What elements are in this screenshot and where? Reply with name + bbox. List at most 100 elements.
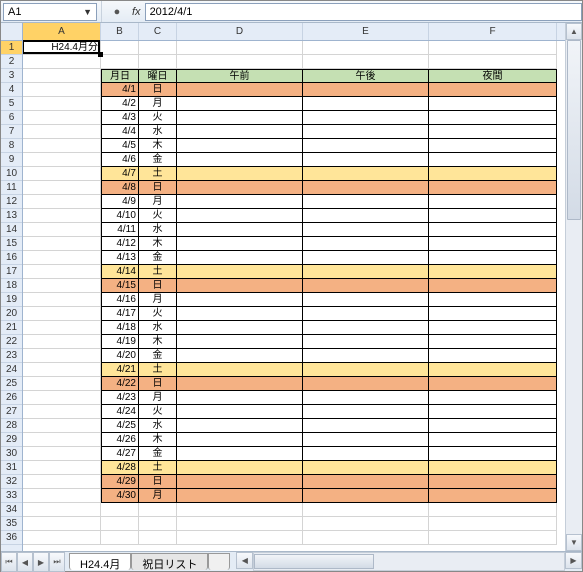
cell[interactable] [429, 223, 557, 237]
cell[interactable] [23, 475, 101, 489]
cell[interactable]: 木 [139, 433, 177, 447]
cell[interactable] [177, 391, 303, 405]
col-header-C[interactable]: C [139, 23, 177, 40]
row-header-27[interactable]: 27 [1, 405, 22, 419]
cell[interactable] [23, 195, 101, 209]
cell[interactable] [177, 335, 303, 349]
cell[interactable] [177, 167, 303, 181]
scroll-track-h[interactable] [253, 552, 565, 571]
cell[interactable] [23, 531, 101, 545]
cell[interactable] [429, 153, 557, 167]
cell[interactable] [101, 503, 139, 517]
row-header-12[interactable]: 12 [1, 195, 22, 209]
scroll-thumb[interactable] [567, 40, 581, 220]
row-header-14[interactable]: 14 [1, 223, 22, 237]
cell[interactable] [177, 517, 303, 531]
cell[interactable] [139, 41, 177, 55]
cell[interactable] [177, 97, 303, 111]
cell[interactable] [177, 293, 303, 307]
row-header-34[interactable]: 34 [1, 503, 22, 517]
cell[interactable]: 4/2 [101, 97, 139, 111]
fill-handle[interactable] [98, 52, 103, 57]
cell[interactable] [429, 475, 557, 489]
cell[interactable] [429, 335, 557, 349]
cell[interactable]: 4/9 [101, 195, 139, 209]
cell[interactable] [23, 139, 101, 153]
cell[interactable]: 日 [139, 83, 177, 97]
new-sheet-tab[interactable] [208, 553, 230, 570]
cell[interactable] [177, 363, 303, 377]
cell[interactable] [139, 517, 177, 531]
col-header-F[interactable]: F [429, 23, 557, 40]
cell[interactable] [101, 517, 139, 531]
cell[interactable] [23, 265, 101, 279]
cell[interactable] [303, 223, 429, 237]
row-header-23[interactable]: 23 [1, 349, 22, 363]
row-header-19[interactable]: 19 [1, 293, 22, 307]
cell[interactable] [429, 391, 557, 405]
scroll-up-icon[interactable]: ▲ [566, 23, 582, 40]
cell[interactable] [177, 41, 303, 55]
row-header-6[interactable]: 6 [1, 111, 22, 125]
cell[interactable]: 4/24 [101, 405, 139, 419]
cell[interactable] [429, 97, 557, 111]
row-header-3[interactable]: 3 [1, 69, 22, 83]
cell[interactable]: 4/28 [101, 461, 139, 475]
cell[interactable]: 4/14 [101, 265, 139, 279]
cell[interactable] [23, 377, 101, 391]
cell[interactable] [177, 489, 303, 503]
cell[interactable] [429, 363, 557, 377]
cell[interactable]: 曜日 [139, 69, 177, 83]
cell[interactable] [23, 293, 101, 307]
cell[interactable] [177, 307, 303, 321]
row-header-18[interactable]: 18 [1, 279, 22, 293]
cell[interactable]: 4/23 [101, 391, 139, 405]
cell[interactable] [429, 349, 557, 363]
cell[interactable] [23, 223, 101, 237]
cell[interactable]: 日 [139, 279, 177, 293]
cell[interactable] [23, 419, 101, 433]
cell[interactable]: 水 [139, 223, 177, 237]
cell[interactable] [303, 307, 429, 321]
cell[interactable]: 4/12 [101, 237, 139, 251]
row-header-9[interactable]: 9 [1, 153, 22, 167]
cell[interactable] [429, 83, 557, 97]
col-header-E[interactable]: E [303, 23, 429, 40]
cell[interactable]: 4/3 [101, 111, 139, 125]
cell[interactable]: 4/11 [101, 223, 139, 237]
cell[interactable]: 4/30 [101, 489, 139, 503]
name-box[interactable]: A1 ▼ [3, 3, 97, 21]
cell[interactable] [23, 181, 101, 195]
cell[interactable] [177, 279, 303, 293]
cell[interactable] [429, 293, 557, 307]
cell[interactable] [177, 475, 303, 489]
cell[interactable] [429, 237, 557, 251]
cell[interactable] [177, 181, 303, 195]
cell[interactable] [177, 111, 303, 125]
cell[interactable]: 日 [139, 181, 177, 195]
cell[interactable]: 4/19 [101, 335, 139, 349]
row-header-26[interactable]: 26 [1, 391, 22, 405]
cell[interactable] [177, 321, 303, 335]
cell[interactable]: 水 [139, 125, 177, 139]
row-header-17[interactable]: 17 [1, 265, 22, 279]
cell[interactable]: 水 [139, 419, 177, 433]
cell[interactable] [429, 307, 557, 321]
row-header-35[interactable]: 35 [1, 517, 22, 531]
cell[interactable] [303, 475, 429, 489]
cell[interactable]: 日 [139, 475, 177, 489]
sheet-tab[interactable]: H24.4月 [69, 553, 131, 570]
scroll-down-icon[interactable]: ▼ [566, 534, 582, 551]
row-header-28[interactable]: 28 [1, 419, 22, 433]
cell[interactable] [177, 349, 303, 363]
cell[interactable] [303, 237, 429, 251]
cell[interactable] [303, 321, 429, 335]
col-header-B[interactable]: B [101, 23, 139, 40]
cell[interactable] [303, 503, 429, 517]
chevron-down-icon[interactable]: ▼ [83, 7, 92, 17]
cell[interactable] [23, 363, 101, 377]
cell[interactable] [303, 279, 429, 293]
cell[interactable]: 4/20 [101, 349, 139, 363]
cell[interactable] [303, 209, 429, 223]
cell[interactable] [303, 419, 429, 433]
